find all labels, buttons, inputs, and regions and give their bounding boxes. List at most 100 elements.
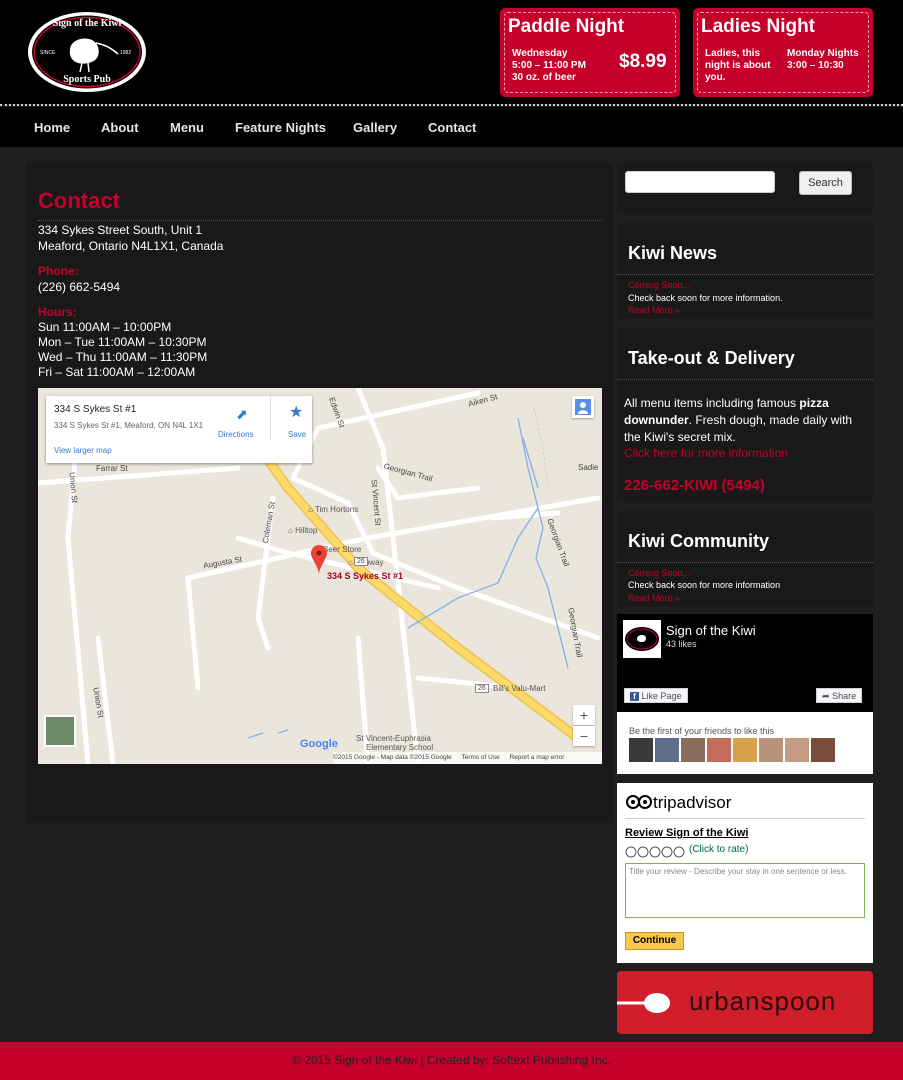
zoom-out-button[interactable]: − — [573, 726, 595, 746]
directions-icon[interactable]: ⬈ — [236, 406, 248, 423]
takeout-bold: pizza — [799, 396, 829, 410]
promo-details: Ladies, this night is about you. — [705, 48, 771, 84]
map-poi: St Vincent-Euphrasia — [356, 734, 432, 743]
main-nav: Home About Menu Feature Nights Gallery C… — [0, 107, 903, 147]
map-poi: Bill's Valu-Mart — [493, 684, 546, 693]
friend-avatar[interactable] — [707, 738, 731, 762]
review-textarea[interactable]: Title your review - Describe your stay i… — [625, 863, 865, 918]
nav-about[interactable]: About — [101, 120, 139, 135]
community-read-more-link[interactable]: Read More » — [628, 593, 680, 603]
search-button[interactable]: Search — [799, 171, 852, 195]
tripadvisor-owl-icon — [626, 793, 652, 816]
nav-feature-nights[interactable]: Feature Nights — [235, 120, 326, 135]
community-coming: Coming Soon... — [628, 568, 691, 578]
promo-title: Paddle Night — [508, 16, 625, 37]
phone-number: (226) 662-5494 — [38, 280, 121, 294]
nav-gallery[interactable]: Gallery — [353, 120, 397, 135]
friend-avatar[interactable] — [655, 738, 679, 762]
report-error-link[interactable]: Report a map error — [510, 754, 565, 761]
promo-line: night is about — [705, 60, 771, 71]
title-divider — [38, 220, 602, 221]
urbanspoon-text: urbanspoon — [689, 986, 837, 1016]
facebook-like-button[interactable]: f Like Page — [624, 688, 688, 703]
zoom-in-button[interactable]: + — [573, 705, 595, 725]
news-text: Check back soon for more information. — [628, 293, 783, 303]
friend-avatar[interactable] — [681, 738, 705, 762]
terms-link[interactable]: Terms of Use — [461, 754, 499, 761]
map-copyright: ©2015 Google - Map data ©2015 Google — [333, 754, 452, 761]
friend-avatar[interactable] — [733, 738, 757, 762]
friend-avatar[interactable] — [759, 738, 783, 762]
kiwi-logo[interactable]: Sign of the Kiwi Sports Pub SINCE 1982 — [26, 10, 148, 94]
takeout-widget: Take-out & Delivery All menu items inclu… — [617, 328, 873, 501]
address-line-1: 334 Sykes Street South, Unit 1 — [38, 223, 203, 237]
hours-line: Wed – Thu 11:00AM – 11:30PM — [38, 350, 208, 364]
urbanspoon-badge[interactable]: urbanspoon — [617, 971, 873, 1034]
facebook-page-name[interactable]: Sign of the Kiwi — [666, 623, 756, 638]
widget-title: Kiwi News — [628, 243, 718, 263]
map-label: Farrar St — [96, 464, 128, 473]
logo-year: 1982 — [120, 50, 132, 56]
paddle-night-promo[interactable]: Paddle Night Wednesday 5:00 – 11:00 PM 3… — [500, 8, 680, 97]
promo-line: 5:00 – 11:00 PM — [512, 60, 586, 71]
google-logo: Google — [300, 738, 338, 750]
community-text: Check back soon for more information — [628, 580, 781, 590]
tripadvisor-review-link[interactable]: Review Sign of the Kiwi — [625, 827, 748, 839]
street-view-button[interactable] — [572, 396, 594, 418]
continue-button[interactable]: Continue — [625, 932, 684, 950]
facebook-page-avatar[interactable] — [623, 620, 661, 658]
logo-since: SINCE — [40, 50, 56, 56]
nav-home[interactable]: Home — [34, 120, 70, 135]
takeout-text: . Fresh dough, made daily with — [688, 413, 853, 427]
map-poi-label: Tim Hortons — [314, 505, 359, 514]
ladies-night-promo[interactable]: Ladies Night Ladies, this night is about… — [693, 8, 873, 97]
news-coming: Coming Soon... — [628, 280, 691, 290]
takeout-text: All menu items including famous — [624, 396, 797, 410]
hours-line: Sun 11:00AM – 10:00PM — [38, 320, 172, 334]
news-read-more-link[interactable]: Read More » — [628, 305, 680, 315]
map-attribution: ©2015 Google - Map data ©2015 Google Ter… — [333, 752, 602, 764]
map-marker-label: 334 S Sykes St #1 — [327, 571, 404, 581]
takeout-info-link[interactable]: Click here for more information — [624, 446, 788, 460]
friend-avatar[interactable] — [811, 738, 835, 762]
nav-menu[interactable]: Menu — [170, 120, 204, 135]
map-poi: Elementary School — [366, 743, 434, 752]
search-input[interactable] — [625, 171, 775, 193]
widget-title: Kiwi Community — [628, 531, 770, 551]
site-footer: © 2015 Sign of the Kiwi | Created by: So… — [0, 1042, 903, 1080]
facebook-share-button[interactable]: ➦ Share — [816, 688, 863, 703]
widget-divider — [617, 379, 873, 380]
map-poi: ⌂ Hilltop — [288, 526, 318, 535]
star-icon[interactable]: ★ — [289, 402, 303, 422]
route-shield: 26 — [354, 557, 368, 566]
view-larger-map-link[interactable]: View larger map — [54, 446, 112, 455]
promo-line: you. — [705, 72, 726, 83]
map-poi: Beer Store — [323, 545, 361, 554]
promo-line: 30 oz. of beer — [512, 72, 576, 83]
hours-line: Fri – Sat 11:00AM – 12:00AM — [38, 365, 196, 379]
widget-divider — [617, 562, 873, 563]
map-poi: ⌂ Tim Hortons — [308, 505, 359, 514]
takeout-description: All menu items including famous pizza do… — [624, 395, 869, 446]
rating-bubbles[interactable] — [625, 845, 687, 863]
facebook-page-header: Sign of the Kiwi 43 likes f Like Page ➦ … — [617, 614, 873, 712]
save-link[interactable]: Save — [288, 430, 306, 439]
friend-avatar[interactable] — [629, 738, 653, 762]
directions-link[interactable]: Directions — [218, 430, 254, 439]
google-map[interactable]: Edwin St Aiken St Farrar St Union St Uni… — [38, 388, 602, 764]
promo-schedule: Monday Nights 3:00 – 10:30 — [787, 48, 859, 72]
site-header: Sign of the Kiwi Sports Pub SINCE 1982 P… — [0, 0, 903, 104]
click-to-rate: (Click to rate) — [689, 844, 749, 855]
share-label: Share — [832, 691, 857, 701]
ta-divider — [625, 818, 865, 819]
satellite-toggle[interactable] — [44, 715, 76, 747]
page-title: Contact — [38, 188, 120, 213]
search-widget: Search — [617, 163, 873, 213]
hours-line: Mon – Tue 11:00AM – 10:30PM — [38, 335, 207, 349]
pegman-icon — [575, 399, 591, 415]
map-label: Sadie — [578, 463, 599, 472]
friend-avatar[interactable] — [785, 738, 809, 762]
route-shield: 26 — [475, 684, 489, 693]
share-icon: ➦ — [822, 691, 830, 701]
nav-contact[interactable]: Contact — [428, 120, 476, 135]
